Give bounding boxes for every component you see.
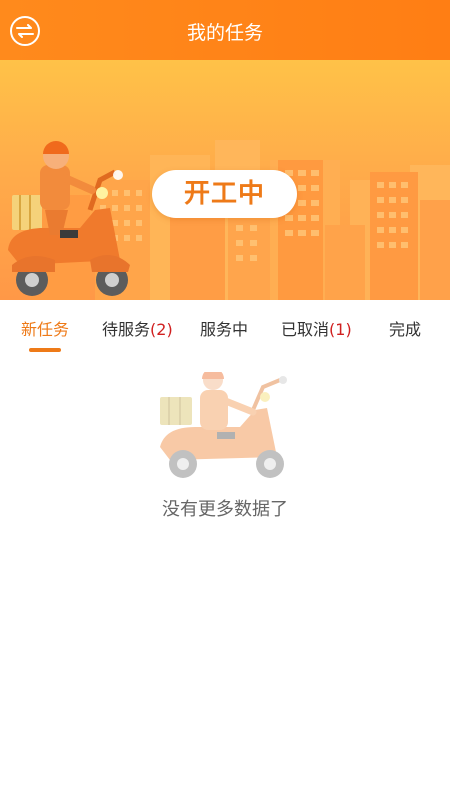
work-status-button[interactable]: 开工中 <box>152 170 297 218</box>
app-header: 我的任务 <box>0 0 450 60</box>
tab-label: 待服务 <box>102 320 151 339</box>
tab-label: 完成 <box>389 320 422 339</box>
tab-count: (1) <box>329 320 352 339</box>
tab-count: (2) <box>150 320 173 339</box>
page-title: 我的任务 <box>186 22 263 44</box>
tab-pending-service[interactable]: 待服务(2) <box>102 316 173 340</box>
tab-in-service[interactable]: 服务中 <box>200 316 248 340</box>
task-tabs: 新任务 待服务(2) 服务中 已取消(1) 完成 <box>0 300 450 356</box>
active-tab-indicator <box>29 348 61 352</box>
tab-completed[interactable]: 完成 <box>389 316 421 340</box>
tab-new-tasks[interactable]: 新任务 <box>21 316 69 340</box>
tab-label: 服务中 <box>200 320 249 339</box>
status-banner: 开工中 <box>0 60 450 300</box>
tab-label: 新任务 <box>21 320 70 339</box>
empty-state-message: 没有更多数据了 <box>162 499 288 520</box>
tab-cancelled[interactable]: 已取消(1) <box>281 316 352 340</box>
tab-label: 已取消 <box>281 320 330 339</box>
delivery-scooter-icon <box>160 372 287 478</box>
